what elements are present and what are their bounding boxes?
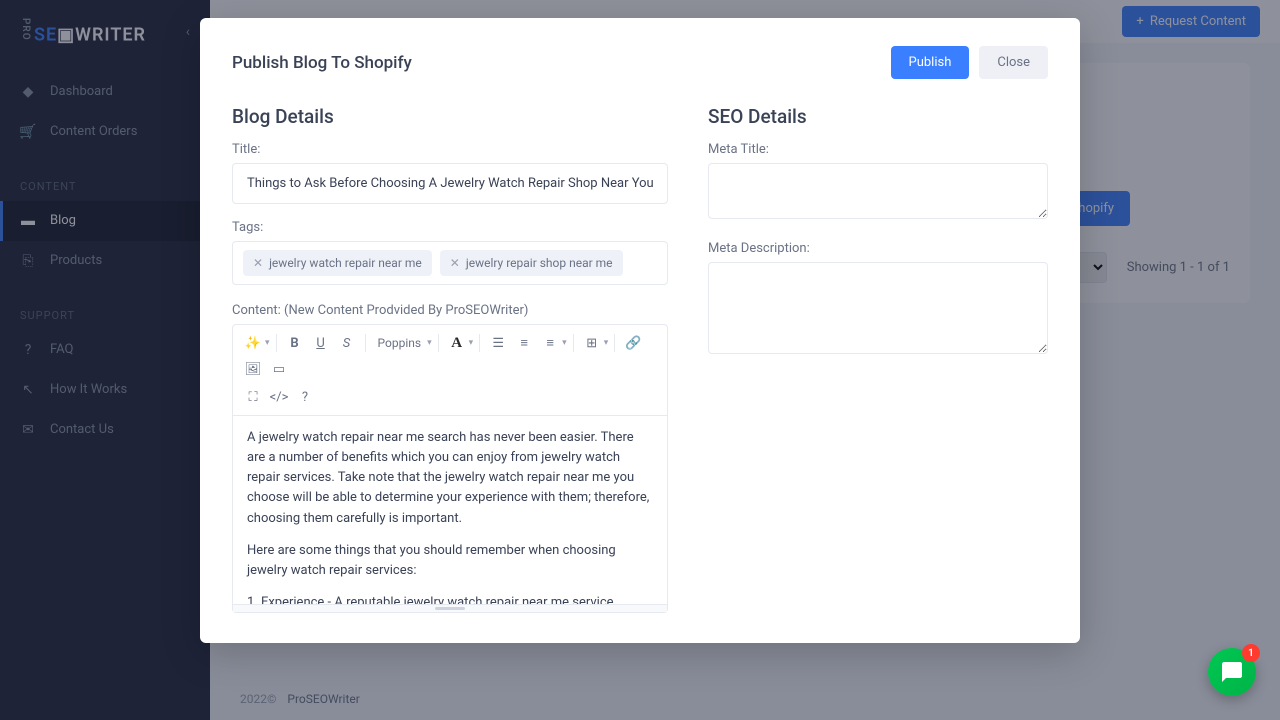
- rich-text-editor: ✨▾ B U S Poppins▾ A ▾ ☰ ≡ ≡▾ ⊞▾: [232, 324, 668, 613]
- chevron-down-icon[interactable]: ▾: [265, 338, 270, 348]
- chat-icon: [1220, 660, 1244, 684]
- content-paragraph: Here are some things that you should rem…: [247, 541, 653, 581]
- content-label: Content: (New Content Prodvided By ProSE…: [232, 303, 668, 318]
- link-button[interactable]: 🔗: [621, 331, 645, 355]
- editor-toolbar: ✨▾ B U S Poppins▾ A ▾ ☰ ≡ ≡▾ ⊞▾: [233, 325, 667, 416]
- chevron-down-icon: ▾: [427, 338, 432, 348]
- chat-widget[interactable]: 1: [1208, 648, 1256, 696]
- editor-content[interactable]: A jewelry watch repair near me search ha…: [233, 416, 667, 604]
- text-color-button[interactable]: A: [445, 331, 469, 355]
- code-view-button[interactable]: </>: [267, 385, 291, 409]
- help-button[interactable]: ?: [293, 385, 317, 409]
- blog-details-heading: Blog Details: [232, 105, 668, 128]
- meta-title-label: Meta Title:: [708, 142, 1048, 157]
- modal-title: Publish Blog To Shopify: [232, 53, 412, 73]
- fullscreen-button[interactable]: ⛶: [241, 385, 265, 409]
- content-paragraph: 1. Experience - A reputable jewelry watc…: [247, 593, 653, 604]
- seo-details-heading: SEO Details: [708, 105, 1048, 128]
- chevron-down-icon[interactable]: ▾: [604, 338, 609, 348]
- table-button[interactable]: ⊞: [580, 331, 604, 355]
- magic-icon[interactable]: ✨: [241, 331, 265, 355]
- strike-button[interactable]: S: [335, 331, 359, 355]
- image-button[interactable]: 🖼: [241, 357, 265, 381]
- chevron-down-icon[interactable]: ▾: [469, 338, 474, 348]
- tag-label: jewelry watch repair near me: [269, 256, 422, 270]
- align-button[interactable]: ≡: [538, 331, 562, 355]
- tag-chip: ✕ jewelry watch repair near me: [243, 250, 432, 276]
- content-paragraph: A jewelry watch repair near me search ha…: [247, 428, 653, 529]
- tag-remove-icon[interactable]: ✕: [450, 256, 460, 270]
- unordered-list-button[interactable]: ☰: [486, 331, 510, 355]
- editor-resize-handle[interactable]: [233, 604, 667, 612]
- tag-chip: ✕ jewelry repair shop near me: [440, 250, 623, 276]
- tags-input[interactable]: ✕ jewelry watch repair near me ✕ jewelry…: [232, 241, 668, 285]
- close-button[interactable]: Close: [979, 46, 1048, 79]
- publish-button[interactable]: Publish: [891, 46, 970, 79]
- chat-badge: 1: [1242, 644, 1260, 662]
- ordered-list-button[interactable]: ≡: [512, 331, 536, 355]
- publish-modal: Publish Blog To Shopify Publish Close Bl…: [200, 18, 1080, 643]
- bold-button[interactable]: B: [283, 331, 307, 355]
- meta-title-input[interactable]: [708, 163, 1048, 219]
- tag-label: jewelry repair shop near me: [466, 256, 613, 270]
- tag-remove-icon[interactable]: ✕: [253, 256, 263, 270]
- title-label: Title:: [232, 142, 668, 157]
- tags-label: Tags:: [232, 220, 668, 235]
- video-button[interactable]: ▭: [267, 357, 291, 381]
- font-family-select[interactable]: Poppins: [372, 333, 428, 353]
- meta-description-input[interactable]: [708, 262, 1048, 354]
- underline-button[interactable]: U: [309, 331, 333, 355]
- chevron-down-icon[interactable]: ▾: [562, 338, 567, 348]
- meta-description-label: Meta Description:: [708, 241, 1048, 256]
- title-input[interactable]: [232, 163, 668, 204]
